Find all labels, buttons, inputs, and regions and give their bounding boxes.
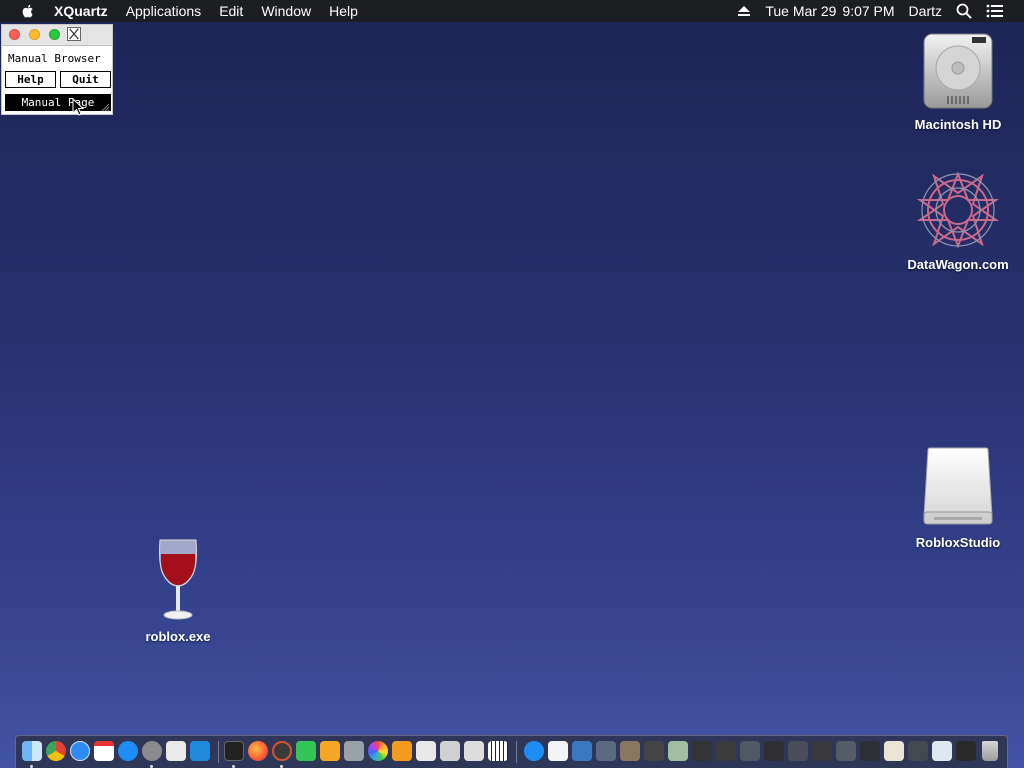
window-thumbnail-icon[interactable] [884, 741, 904, 761]
spotlight-search-icon[interactable] [956, 3, 972, 19]
window-thumbnail-icon[interactable] [836, 741, 856, 761]
window-thumbnail-icon[interactable] [620, 741, 640, 761]
photos-icon[interactable] [368, 741, 388, 761]
close-window-button[interactable] [9, 29, 20, 40]
window-thumbnail-icon[interactable] [788, 741, 808, 761]
manual-page-button[interactable]: Manual Page [5, 94, 111, 111]
window-thumbnail-icon[interactable] [596, 741, 616, 761]
desktop-icon-roblox-exe[interactable]: roblox.exe [128, 536, 228, 644]
trash-icon[interactable] [982, 741, 998, 761]
notification-center-icon[interactable] [986, 4, 1004, 18]
window-titlebar[interactable] [2, 25, 112, 46]
window-thumbnail-icon[interactable] [740, 741, 760, 761]
window-thumbnail-icon[interactable] [668, 741, 688, 761]
help-button[interactable]: Help [5, 71, 56, 88]
desktop-icon-datawagon[interactable]: DataWagon.com [898, 170, 1018, 272]
window-thumbnail-icon[interactable] [764, 741, 784, 761]
resize-grip-icon[interactable] [100, 102, 110, 112]
finder-icon[interactable] [22, 741, 42, 761]
menu-xquartz[interactable]: XQuartz [54, 3, 108, 19]
menubar-date[interactable]: Tue Mar 29 [765, 3, 836, 19]
x11-logo-icon [67, 27, 81, 41]
menu-help[interactable]: Help [329, 3, 358, 19]
mouse-cursor-icon [72, 98, 84, 116]
calendar-icon[interactable] [94, 741, 114, 761]
desktop-icon-macintosh-hd[interactable]: Macintosh HD [903, 32, 1013, 132]
window-thumbnail-icon[interactable] [692, 741, 712, 761]
window-thumbnail-icon[interactable] [956, 741, 976, 761]
automator-icon[interactable] [344, 741, 364, 761]
terminal-icon[interactable] [224, 741, 244, 761]
wine-icon[interactable] [440, 741, 460, 761]
external-drive-icon [923, 447, 993, 525]
document-icon[interactable] [548, 741, 568, 761]
system-preferences-icon[interactable] [142, 741, 162, 761]
datawagon-logo-icon [916, 171, 1000, 249]
hard-drive-icon [923, 33, 993, 109]
piano-icon[interactable] [488, 741, 508, 761]
desktop-icon-roblox-studio[interactable]: RobloxStudio [903, 446, 1013, 550]
window-thumbnail-icon[interactable] [932, 741, 952, 761]
wine-glass-icon [159, 539, 197, 620]
minimize-window-button[interactable] [29, 29, 40, 40]
menu-edit[interactable]: Edit [219, 3, 243, 19]
desktop-icon-label: DataWagon.com [907, 257, 1009, 272]
menubar-time[interactable]: 9:07 PM [842, 3, 894, 19]
home-icon[interactable] [320, 741, 340, 761]
window-thumbnail-icon[interactable] [860, 741, 880, 761]
roblox-studio-icon[interactable] [190, 741, 210, 761]
apple-logo-icon[interactable] [20, 3, 36, 19]
menu-window[interactable]: Window [261, 3, 311, 19]
desktop-icon-label: roblox.exe [145, 629, 211, 644]
window-thumbnail-icon[interactable] [812, 741, 832, 761]
script-editor-icon[interactable] [464, 741, 484, 761]
dock [15, 735, 1008, 768]
xquartz-icon[interactable] [272, 741, 292, 761]
firefox-icon[interactable] [248, 741, 268, 761]
menu-bar: XQuartz Applications Edit Window Help Tu… [0, 0, 1024, 22]
window-thumbnail-icon[interactable] [572, 741, 592, 761]
facetime-icon[interactable] [296, 741, 316, 761]
dock-separator [218, 741, 219, 763]
safari-icon[interactable] [70, 741, 90, 761]
desktop-icon-label: Macintosh HD [914, 117, 1002, 132]
window-thumbnail-icon[interactable] [644, 741, 664, 761]
books-icon[interactable] [392, 741, 412, 761]
chrome-icon[interactable] [46, 741, 66, 761]
menu-applications[interactable]: Applications [126, 3, 202, 19]
manual-browser-window: Manual Browser Help Quit Manual Page [1, 24, 113, 115]
window-thumbnail-icon[interactable] [716, 741, 736, 761]
app-store-icon[interactable] [524, 741, 544, 761]
eject-icon[interactable] [737, 5, 751, 17]
menubar-user[interactable]: Dartz [909, 3, 942, 19]
quit-button[interactable]: Quit [60, 71, 111, 88]
roblox-icon[interactable] [166, 741, 186, 761]
desktop-icon-label: RobloxStudio [915, 535, 1001, 550]
app-store-icon[interactable] [118, 741, 138, 761]
window-heading: Manual Browser [8, 52, 101, 65]
zoom-window-button[interactable] [49, 29, 60, 40]
dock-separator [516, 741, 517, 763]
textedit-icon[interactable] [416, 741, 436, 761]
window-thumbnail-icon[interactable] [908, 741, 928, 761]
